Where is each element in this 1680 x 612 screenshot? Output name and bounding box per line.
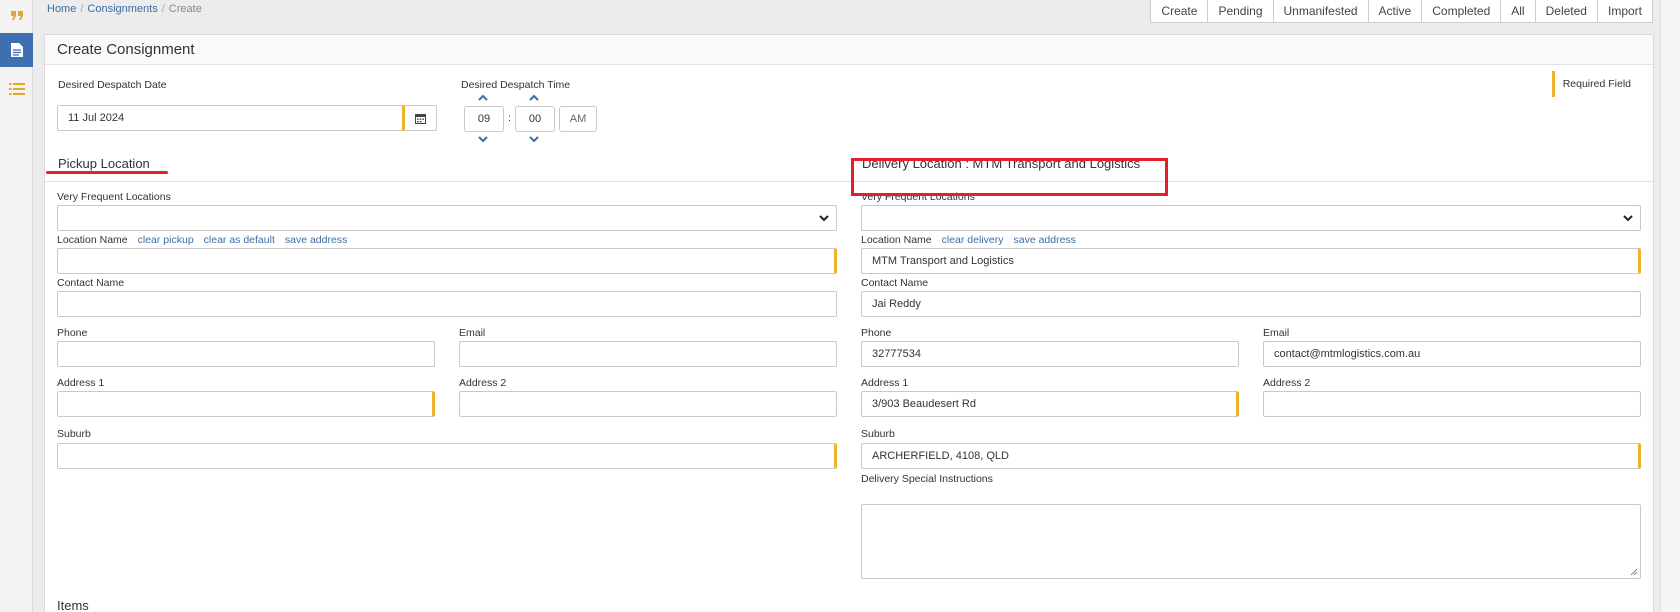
calendar-button[interactable] xyxy=(402,105,437,131)
hour-down-chevron-down-icon[interactable] xyxy=(477,134,489,144)
despatch-time-label: Desired Despatch Time xyxy=(461,79,571,91)
delivery-address1-label: Address 1 xyxy=(861,377,909,389)
pickup-save-address-link[interactable]: save address xyxy=(285,234,347,246)
chevron-down-icon xyxy=(819,215,829,222)
pickup-phone-label: Phone xyxy=(57,327,88,339)
pickup-address2-label: Address 2 xyxy=(459,377,507,389)
breadcrumb-current: Create xyxy=(168,3,202,15)
resize-grip-icon[interactable] xyxy=(1630,568,1638,576)
breadcrumb-consignments[interactable]: Consignments xyxy=(87,3,157,15)
required-field-legend: Required Field xyxy=(1551,71,1631,97)
pickup-location-title: Pickup Location xyxy=(58,156,150,171)
delivery-contact-label: Contact Name xyxy=(861,277,929,289)
delivery-suburb-input[interactable]: ARCHERFIELD, 4108, QLD xyxy=(861,443,1641,469)
delivery-location-name-label: Location Name clear delivery save address xyxy=(861,234,1076,246)
delivery-location-name-text: Location Name xyxy=(861,234,932,246)
delivery-email-label: Email xyxy=(1263,327,1290,339)
calendar-icon xyxy=(415,113,426,124)
delivery-phone-input[interactable]: 32777534 xyxy=(861,341,1239,367)
tab-unmanifested[interactable]: Unmanifested xyxy=(1272,0,1368,22)
tab-active[interactable]: Active xyxy=(1367,0,1422,22)
quote-icon[interactable] xyxy=(0,0,33,30)
pickup-location-name-text: Location Name xyxy=(57,234,128,246)
section-divider xyxy=(45,181,1653,182)
minute-up-chevron-up-icon[interactable] xyxy=(528,93,540,103)
list-icon[interactable] xyxy=(0,72,33,106)
tab-all[interactable]: All xyxy=(1500,0,1534,22)
tab-deleted[interactable]: Deleted xyxy=(1534,0,1597,22)
pickup-address2-input[interactable] xyxy=(459,391,837,417)
pickup-title-underline xyxy=(46,171,168,174)
hour-input[interactable]: 09 xyxy=(464,106,504,132)
breadcrumb-separator: / xyxy=(161,3,165,15)
hour-up-chevron-up-icon[interactable] xyxy=(477,93,489,103)
tab-pending[interactable]: Pending xyxy=(1207,0,1272,22)
consignment-tabs: Create Pending Unmanifested Active Compl… xyxy=(1150,0,1653,23)
despatch-date-input[interactable]: 11 Jul 2024 xyxy=(57,105,403,131)
tab-completed[interactable]: Completed xyxy=(1421,0,1500,22)
clear-as-default-link[interactable]: clear as default xyxy=(204,234,275,246)
pickup-location-name-label: Location Name clear pickup clear as defaul… xyxy=(57,234,347,246)
delivery-save-address-link[interactable]: save address xyxy=(1013,234,1075,246)
delivery-title-highlight-box xyxy=(851,158,1168,196)
chevron-down-icon xyxy=(1623,215,1633,222)
delivery-contact-input[interactable]: Jai Reddy xyxy=(861,291,1641,317)
pickup-email-label: Email xyxy=(459,327,486,339)
pickup-suburb-label: Suburb xyxy=(57,428,91,440)
delivery-email-input[interactable]: contact@mtmlogistics.com.au xyxy=(1263,341,1641,367)
pickup-frequent-select[interactable] xyxy=(57,205,837,231)
breadcrumb-home[interactable]: Home xyxy=(47,3,76,15)
clear-pickup-link[interactable]: clear pickup xyxy=(138,234,194,246)
time-separator: : xyxy=(508,112,511,124)
left-rail xyxy=(0,0,33,612)
minute-input[interactable]: 00 xyxy=(515,106,555,132)
pickup-contact-input[interactable] xyxy=(57,291,837,317)
page-title: Create Consignment xyxy=(45,35,1653,65)
tab-create[interactable]: Create xyxy=(1151,0,1207,22)
delivery-address2-input[interactable] xyxy=(1263,391,1641,417)
delivery-frequent-select[interactable] xyxy=(861,205,1641,231)
tab-import[interactable]: Import xyxy=(1596,0,1652,22)
delivery-phone-label: Phone xyxy=(861,327,892,339)
pickup-email-input[interactable] xyxy=(459,341,837,367)
breadcrumb-separator: / xyxy=(80,3,84,15)
items-title: Items xyxy=(57,598,89,612)
ampm-toggle[interactable]: AM xyxy=(559,106,597,132)
despatch-date-label: Desired Despatch Date xyxy=(58,79,167,91)
page-scrollbar[interactable] xyxy=(1660,0,1680,612)
pickup-frequent-label: Very Frequent Locations xyxy=(57,191,171,203)
clear-delivery-link[interactable]: clear delivery xyxy=(942,234,1004,246)
delivery-address2-label: Address 2 xyxy=(1263,377,1311,389)
minute-down-chevron-down-icon[interactable] xyxy=(528,134,540,144)
pickup-contact-label: Contact Name xyxy=(57,277,125,289)
pickup-address1-input[interactable] xyxy=(57,391,435,417)
document-icon[interactable] xyxy=(0,33,33,67)
delivery-instructions-textarea[interactable] xyxy=(861,504,1641,579)
breadcrumb: Home / Consignments / Create xyxy=(47,3,202,15)
delivery-location-name-input[interactable]: MTM Transport and Logistics xyxy=(861,248,1641,274)
pickup-location-name-input[interactable] xyxy=(57,248,837,274)
pickup-address1-label: Address 1 xyxy=(57,377,105,389)
delivery-instructions-label: Delivery Special Instructions xyxy=(861,473,993,485)
delivery-address1-input[interactable]: 3/903 Beaudesert Rd xyxy=(861,391,1239,417)
pickup-suburb-input[interactable] xyxy=(57,443,837,469)
create-consignment-panel: Create Consignment Desired Despatch Date… xyxy=(44,34,1654,612)
delivery-suburb-label: Suburb xyxy=(861,428,895,440)
pickup-phone-input[interactable] xyxy=(57,341,435,367)
